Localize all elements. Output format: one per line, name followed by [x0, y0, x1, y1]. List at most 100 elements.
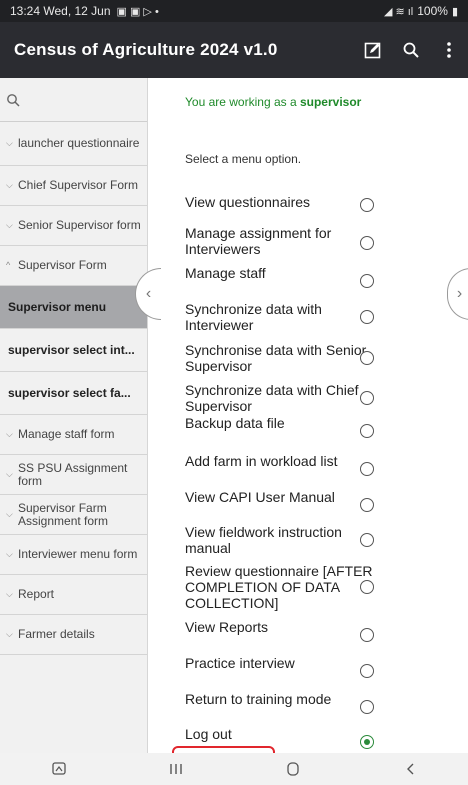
option-view-capi-manual[interactable]: View CAPI User Manual — [185, 486, 445, 512]
sidebar-item-report[interactable]: ⌵ Report — [0, 575, 147, 615]
option-add-farm[interactable]: Add farm in workload list — [185, 450, 445, 476]
sidebar-item-farmer-details[interactable]: ⌵ Farmer details — [0, 615, 147, 655]
option-review-questionnaire[interactable]: Review questionnaire [AFTER COMPLETION O… — [185, 562, 445, 612]
sidebar-item-supervisor-menu[interactable]: Supervisor menu — [0, 286, 147, 329]
app-title: Census of Agriculture 2024 v1.0 — [14, 40, 278, 59]
option-radio[interactable] — [360, 198, 374, 212]
chevron-right-icon: › — [456, 285, 463, 302]
option-sync-senior-supervisor[interactable]: Synchronise data with Senior Supervisor — [185, 340, 445, 376]
option-radio[interactable] — [360, 424, 374, 438]
sidebar-item-manage-staff-form[interactable]: ⌵ Manage staff form — [0, 415, 147, 455]
search-icon[interactable] — [392, 22, 430, 78]
chevron-down-icon: ⌵ — [6, 589, 13, 599]
option-label: Practice interview — [185, 655, 295, 671]
option-label: View questionnaires — [185, 194, 311, 210]
option-radio[interactable] — [360, 664, 374, 678]
sidebar-search[interactable] — [0, 78, 147, 122]
sidebar-item-senior-supervisor-form[interactable]: ⌵ Senior Supervisor form — [0, 206, 147, 246]
option-label: Return to training mode — [185, 691, 332, 707]
option-view-fieldwork-manual[interactable]: View fieldwork instruction manual — [185, 522, 445, 558]
sidebar-item-label: Manage staff form — [18, 428, 115, 441]
option-log-out[interactable]: Log out — [185, 723, 445, 749]
app-bar: Census of Agriculture 2024 v1.0 — [0, 22, 468, 78]
battery-icon: ▮ — [451, 5, 458, 18]
option-radio-selected[interactable] — [360, 735, 374, 749]
option-label: View CAPI User Manual — [185, 489, 335, 505]
option-label: Log out — [185, 726, 232, 742]
option-label: Add farm in workload list — [185, 453, 338, 469]
sidebar-item-label: Chief Supervisor Form — [18, 179, 139, 192]
option-view-questionnaires[interactable]: View questionnaires — [185, 186, 445, 218]
chevron-down-icon: ⌵ — [6, 180, 13, 190]
option-radio[interactable] — [360, 498, 374, 512]
search-icon[interactable] — [6, 93, 20, 107]
option-label: Manage assignment for Interviewers — [185, 225, 332, 257]
sidebar-item-label: Supervisor Form — [18, 259, 107, 272]
sidebar-item-label: launcher questionnaire — [18, 137, 140, 150]
signal-wifi-icon: ◢ ≋ ıl — [383, 5, 414, 18]
role-name: supervisor — [299, 95, 362, 109]
menu-prompt: Select a menu option. — [185, 152, 302, 166]
option-radio[interactable] — [360, 700, 374, 714]
sidebar-item-ss-psu-assignment-form[interactable]: ⌵ SS PSU Assignment form — [0, 455, 147, 495]
chevron-down-icon: ⌵ — [6, 138, 13, 148]
option-backup-data-file[interactable]: Backup data file — [185, 412, 445, 438]
edit-icon[interactable] — [354, 22, 392, 78]
option-return-training-mode[interactable]: Return to training mode — [185, 688, 445, 714]
option-radio[interactable] — [360, 274, 374, 288]
status-time-date: 13:24 Wed, 12 Jun — [10, 4, 111, 18]
main-content: You are working as a supervisor Select a… — [149, 78, 468, 753]
option-label: Synchronize data with Interviewer — [185, 301, 322, 333]
sidebar-item-label: Interviewer menu form — [18, 548, 138, 561]
sidebar-item-supervisor-form[interactable]: ^ Supervisor Form — [0, 246, 147, 286]
assistant-icon[interactable] — [29, 753, 89, 785]
option-radio[interactable] — [360, 310, 374, 324]
option-label: View Reports — [185, 619, 269, 635]
chevron-down-icon: ⌵ — [6, 220, 13, 230]
option-radio[interactable] — [360, 351, 374, 365]
option-view-reports[interactable]: View Reports — [185, 616, 445, 642]
option-manage-assignment[interactable]: Manage assignment for Interviewers — [185, 223, 445, 259]
sidebar-item-label: SS PSU Assignment form — [18, 461, 128, 488]
role-notice-prefix: You are working as a — [185, 95, 300, 109]
chevron-down-icon: ⌵ — [6, 629, 13, 639]
sidebar-item-label: Report — [18, 588, 55, 601]
option-radio[interactable] — [360, 533, 374, 547]
option-manage-staff[interactable]: Manage staff — [185, 262, 445, 288]
sidebar-item-label: Senior Supervisor form — [18, 219, 141, 232]
sidebar-item-supervisor-farm-assignment-form[interactable]: ⌵ Supervisor Farm Assignment form — [0, 495, 147, 535]
overflow-menu-icon[interactable] — [430, 22, 468, 78]
battery-level: 100% — [417, 4, 448, 18]
chevron-down-icon: ⌵ — [6, 549, 13, 559]
sidebar-item-supervisor-select-interviewer[interactable]: supervisor select int... — [0, 329, 147, 372]
notification-icons: ▣ ▣ ▷ • — [116, 5, 159, 18]
option-radio[interactable] — [360, 628, 374, 642]
option-radio[interactable] — [360, 236, 374, 250]
status-bar: 13:24 Wed, 12 Jun ▣ ▣ ▷ • ◢ ≋ ıl 100% ▮ — [0, 0, 468, 22]
chevron-left-icon: ‹ — [145, 285, 152, 302]
sidebar-item-chief-supervisor-form[interactable]: ⌵ Chief Supervisor Form — [0, 166, 147, 206]
sidebar-item-supervisor-select-farm[interactable]: supervisor select fa... — [0, 372, 147, 415]
chevron-down-icon: ⌵ — [6, 429, 13, 439]
option-radio[interactable] — [360, 462, 374, 476]
chevron-down-icon: ⌵ — [6, 469, 13, 479]
option-label: Review questionnaire [AFTER COMPLETION O… — [185, 563, 373, 611]
option-label: Backup data file — [185, 415, 285, 431]
sidebar-item-label: supervisor select fa... — [8, 386, 131, 400]
sidebar-item-interviewer-menu-form[interactable]: ⌵ Interviewer menu form — [0, 535, 147, 575]
chevron-up-icon: ^ — [6, 260, 11, 270]
chevron-down-icon: ⌵ — [6, 509, 13, 519]
home-icon[interactable] — [263, 753, 323, 785]
option-label: Synchronise data with Senior Supervisor — [185, 342, 367, 374]
sidebar-item-label: supervisor select int... — [8, 343, 135, 357]
option-sync-chief-supervisor[interactable]: Synchronize data with Chief Supervisor — [185, 380, 445, 416]
option-radio[interactable] — [360, 391, 374, 405]
option-label: View fieldwork instruction manual — [185, 524, 342, 556]
back-icon[interactable] — [380, 753, 440, 785]
option-sync-interviewer[interactable]: Synchronize data with Interviewer — [185, 299, 445, 335]
recent-apps-icon[interactable] — [146, 753, 206, 785]
option-radio[interactable] — [360, 580, 374, 594]
option-practice-interview[interactable]: Practice interview — [185, 652, 445, 678]
sidebar-item-launcher-questionnaire[interactable]: ⌵ launcher questionnaire — [0, 122, 147, 166]
sidebar-item-label: Supervisor menu — [8, 300, 107, 314]
